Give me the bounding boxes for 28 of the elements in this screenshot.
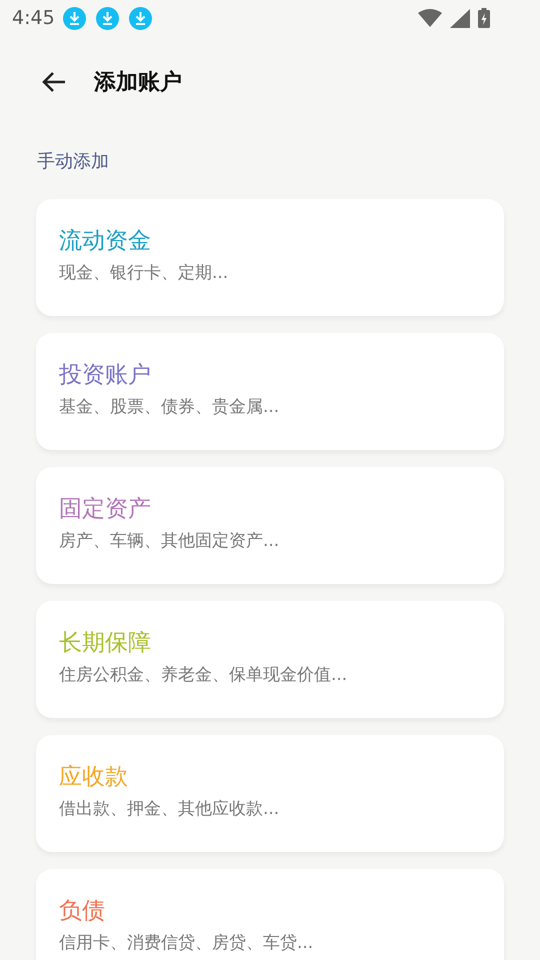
category-description: 房产、车辆、其他固定资产...: [59, 530, 280, 553]
back-arrow-icon: [41, 70, 67, 94]
category-title: 流动资金: [59, 227, 151, 256]
wifi-icon: [418, 9, 442, 27]
category-title: 负债: [59, 897, 105, 926]
category-description: 借出款、押金、其他应收款...: [59, 798, 280, 821]
category-title: 长期保障: [59, 629, 151, 658]
battery-icon: [478, 8, 490, 28]
category-card[interactable]: 投资账户 基金、股票、债券、贵金属...: [36, 333, 504, 450]
page-title: 添加账户: [94, 68, 182, 96]
section-title: 手动添加: [36, 150, 110, 174]
category-card[interactable]: 固定资产 房产、车辆、其他固定资产...: [36, 467, 504, 584]
category-title: 固定资产: [59, 495, 151, 524]
category-description: 现金、银行卡、定期...: [59, 262, 228, 285]
category-title: 应收款: [59, 763, 128, 792]
category-description: 住房公积金、养老金、保单现金价值...: [59, 664, 348, 687]
download-icon: [128, 6, 152, 30]
status-time: 4:45: [12, 6, 55, 31]
category-card[interactable]: 长期保障 住房公积金、养老金、保单现金价值...: [36, 601, 504, 718]
category-card[interactable]: 负债 信用卡、消费信贷、房贷、车贷...: [36, 869, 504, 960]
download-icon: [96, 6, 119, 30]
category-description: 基金、股票、债券、贵金属...: [59, 396, 280, 419]
category-card[interactable]: 流动资金 现金、银行卡、定期...: [36, 199, 504, 316]
category-description: 信用卡、消费信贷、房贷、车贷...: [59, 932, 314, 955]
category-card[interactable]: 应收款 借出款、押金、其他应收款...: [36, 735, 504, 852]
category-title: 投资账户: [59, 361, 151, 390]
download-icon: [62, 6, 86, 30]
signal-icon: [450, 8, 470, 28]
